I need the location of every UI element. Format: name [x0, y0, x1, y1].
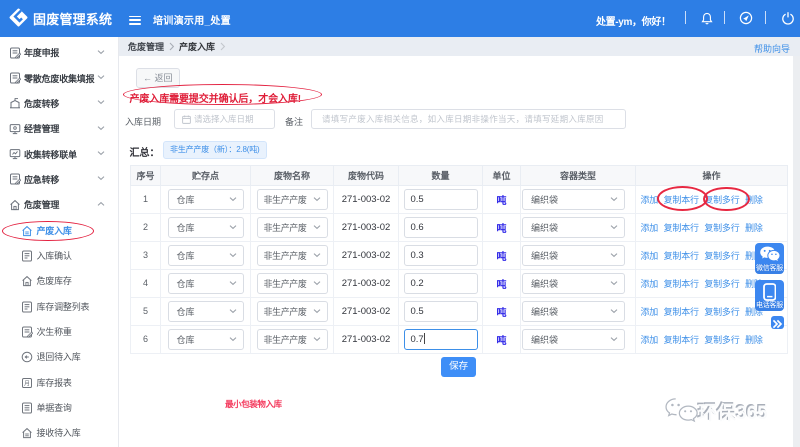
svg-text:月: 月	[24, 380, 30, 387]
